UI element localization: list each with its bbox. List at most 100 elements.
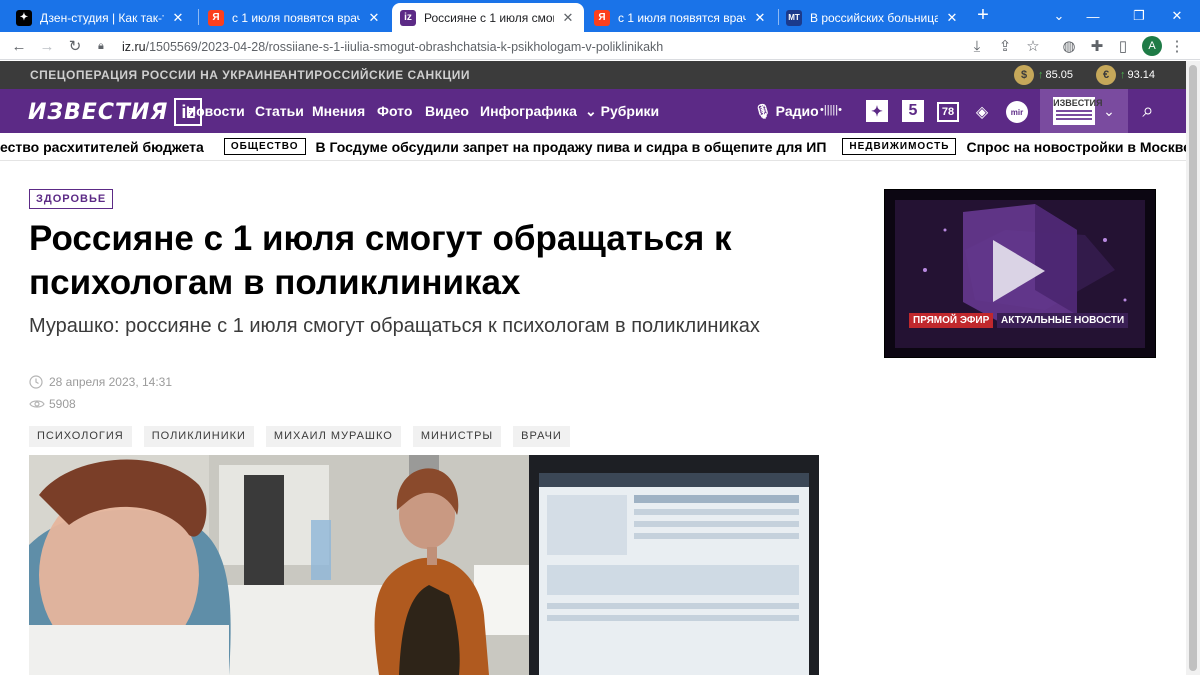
clinic-scene-illustration [29,455,819,675]
live-label: ПРЯМОЙ ЭФИР [909,313,994,328]
tag-doctors[interactable]: ВРАЧИ [513,426,570,447]
close-tab-icon[interactable]: ✕ [366,10,382,26]
close-tab-icon[interactable]: ✕ [752,10,768,26]
language-selector[interactable]: ИЗВЕСТИЯ ⌄ [1040,89,1128,133]
main-navbar: ИЗВЕСТИЯ iz Новости Статьи Мнения Фото В… [0,89,1186,133]
article-rubric[interactable]: ЗДОРОВЬЕ [29,189,114,209]
reload-icon[interactable]: ↻ [64,35,86,57]
chevron-circle-icon: ⌄ [585,103,597,119]
article-views-count: 5908 [49,397,76,411]
lock-icon[interactable]: 🔒︎ [98,40,114,53]
nav-link-news[interactable]: Новости [186,103,245,119]
yandex-favicon-icon: Я [208,9,224,26]
flag-stripes [1056,110,1093,122]
article-subtitle: Мурашко: россияне с 1 июля смогут обраща… [29,315,760,337]
radio-button[interactable]: 🎙︎ Радио [754,103,819,120]
browser-tab-yandex-1[interactable]: Я с 1 июля появятся врачи пс ✕ [200,3,390,32]
radio-label: Радио [775,103,819,119]
back-arrow-icon[interactable]: ← [8,35,30,57]
ticker-tag-society[interactable]: ОБЩЕСТВО [223,138,306,155]
close-tab-icon[interactable]: ✕ [560,10,576,26]
nav-link-articles[interactable]: Статьи [255,103,304,119]
article-tags: ПСИХОЛОГИЯ ПОЛИКЛИНИКИ МИХАИЛ МУРАШКО МИ… [29,426,582,447]
nav-rubrics-button[interactable]: ⌄ Рубрики [585,103,659,120]
clock-icon [29,375,43,389]
dzen-favicon-icon: ✦ [16,9,32,26]
microphone-icon: 🎙︎ [754,103,772,119]
minimize-button[interactable]: — [1070,0,1116,32]
tag-murashko[interactable]: МИХАИЛ МУРАШКО [265,426,401,447]
tab-divider [198,9,199,25]
news-ticker: ество расхитителей бюджета ОБЩЕСТВО В Го… [0,133,1186,161]
logo-wordmark: ИЗВЕСТИЯ [28,99,169,125]
browser-toolbar: ← → ↻ 🔒︎ iz.ru /1505569/2023-04-28/rossi… [0,32,1200,60]
special-topics-bar: СПЕЦОПЕРАЦИЯ РОССИИ НА УКРАИНЕ АНТИРОССИ… [0,61,1186,89]
rubrics-label: Рубрики [600,103,660,119]
izvestia-favicon-icon: iz [400,9,416,26]
ticker-item[interactable]: ество расхитителей бюджета [0,139,204,155]
browser-tab-mt[interactable]: MT В российских больницах на ✕ [778,3,968,32]
install-app-icon[interactable]: ⤓ [966,35,988,57]
channel-globe-icon[interactable]: ◈ [971,101,993,123]
dollar-icon: $ [1014,65,1034,85]
tab-title: В российских больницах на [810,10,938,25]
page-viewport: СПЕЦОПЕРАЦИЯ РОССИИ НА УКРАИНЕ АНТИРОССИ… [0,61,1186,675]
nav-link-photo[interactable]: Фото [377,103,412,119]
tag-psychology[interactable]: ПСИХОЛОГИЯ [29,426,132,447]
live-player-illustration [885,190,1155,357]
channel-5-icon[interactable]: 5 [902,100,924,122]
edition-label: ИЗВЕСТИЯ [1053,98,1103,108]
tag-polyclinics[interactable]: ПОЛИКЛИНИКИ [143,426,254,447]
live-broadcast-banner[interactable]: ПРЯМОЙ ЭФИР АКТУАЛЬНЫЕ НОВОСТИ [884,189,1156,358]
topic-link-sanctions[interactable]: АНТИРОССИЙСКИЕ САНКЦИИ [279,68,470,82]
channel-78-icon[interactable]: 78 [937,102,959,122]
izvestia-logo[interactable]: ИЗВЕСТИЯ iz [28,98,203,126]
bookmark-star-icon[interactable]: ☆ [1022,35,1044,57]
news-label: АКТУАЛЬНЫЕ НОВОСТИ [997,313,1129,328]
euro-icon: € [1096,65,1116,85]
rate-up-arrow-icon: ↑ [1038,69,1044,81]
article-date-text: 28 апреля 2023, 14:31 [49,375,173,389]
eur-value: 93.14 [1127,69,1156,81]
scrollbar-thumb[interactable] [1189,65,1197,671]
new-tab-button[interactable]: + [972,5,994,27]
page-scrollbar[interactable] [1186,61,1200,675]
radio-waveform-icon[interactable]: •|||||• [820,104,842,116]
rate-up-arrow-icon: ↑ [1120,69,1126,81]
channel-mir-icon[interactable]: mir [1006,101,1028,123]
url-host: iz.ru [122,39,146,54]
topic-link-operation[interactable]: СПЕЦОПЕРАЦИЯ РОССИИ НА УКРАИНЕ [30,68,281,82]
us-flag-icon: ИЗВЕСТИЯ [1053,97,1103,125]
close-tab-icon[interactable]: ✕ [944,10,960,26]
eur-rate: € ↑ 93.14 [1096,65,1155,85]
close-tab-icon[interactable]: ✕ [170,10,186,26]
tab-title: Россияне с 1 июля смогут о [424,10,554,25]
share-icon[interactable]: ⇪ [994,35,1016,57]
nav-link-video[interactable]: Видео [425,103,469,119]
article-views: 5908 [29,397,76,411]
browser-tab-izvestia-active[interactable]: iz Россияне с 1 июля смогут о ✕ [392,3,584,32]
browser-tab-dzen[interactable]: ✦ Дзен-студия | Как так-то? Пр ✕ [8,3,194,32]
extension-globe-icon[interactable]: ◍ [1058,35,1080,57]
yandex-favicon-icon: Я [594,9,610,26]
eye-icon [29,400,45,408]
forward-arrow-icon[interactable]: → [36,35,58,57]
nav-link-infographics[interactable]: Инфографика [480,103,577,119]
ticker-item[interactable]: В Госдуме обсудили запрет на продажу пив… [316,139,827,155]
mt-favicon-icon: MT [786,9,802,26]
ticker-tag-real-estate[interactable]: НЕДВИЖИМОСТЬ [842,138,957,155]
profile-avatar[interactable]: A [1142,36,1162,56]
tag-ministers[interactable]: МИНИСТРЫ [412,426,502,447]
channel-tv-icon[interactable]: ✦ [866,100,888,122]
extensions-puzzle-icon[interactable]: ✚ [1086,35,1108,57]
close-window-button[interactable]: ✕ [1154,0,1200,32]
article-date: 28 апреля 2023, 14:31 [29,375,172,389]
ticker-item[interactable]: Спрос на новостройки в Москве вырос на 1 [966,139,1186,155]
side-panel-icon[interactable]: ▯ [1112,35,1134,57]
browser-tab-yandex-2[interactable]: Я с 1 июля появятся врачи се ✕ [586,3,776,32]
browser-menu-icon[interactable]: ⋮ [1166,35,1188,57]
search-icon[interactable]: ⌕ [1136,99,1160,123]
address-bar[interactable]: 🔒︎ iz.ru /1505569/2023-04-28/rossiiane-s… [94,35,954,58]
article-main-photo [29,455,819,675]
nav-link-opinions[interactable]: Мнения [312,103,365,119]
